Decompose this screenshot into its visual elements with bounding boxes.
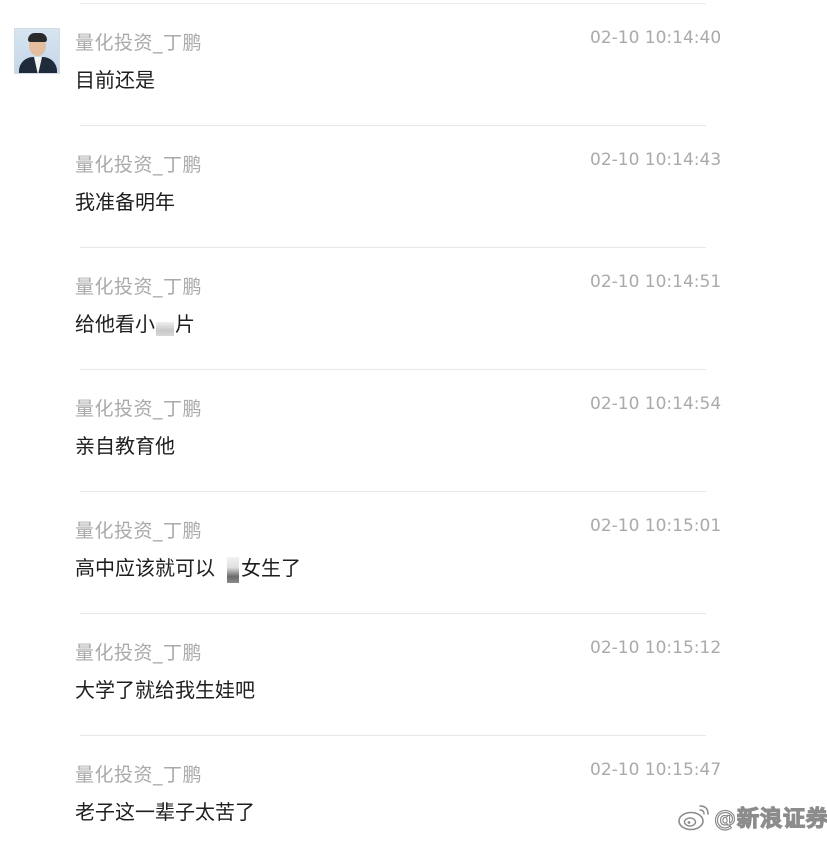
chat-message: 量化投资_丁鹏 02-10 10:15:01 高中应该就可以 女生了 <box>0 492 827 614</box>
chat-message: 量化投资_丁鹏 02-10 10:14:51 给他看小片 <box>0 248 827 370</box>
redaction-mosaic <box>227 556 239 583</box>
chat-message: 量化投资_丁鹏 02-10 10:14:54 亲自教育他 <box>0 370 827 492</box>
message-timestamp: 02-10 10:15:01 <box>590 516 722 536</box>
message-timestamp: 02-10 10:15:12 <box>590 638 722 658</box>
message-timestamp: 02-10 10:14:43 <box>590 150 722 170</box>
chat-message: 量化投资_丁鹏 02-10 10:14:43 我准备明年 <box>0 126 827 248</box>
message-timestamp: 02-10 10:15:47 <box>590 760 722 780</box>
message-text: 给他看小片 <box>75 308 195 337</box>
sender-name[interactable]: 量化投资_丁鹏 <box>75 28 202 55</box>
sender-name[interactable]: 量化投资_丁鹏 <box>75 516 202 543</box>
sender-name[interactable]: 量化投资_丁鹏 <box>75 638 202 665</box>
message-text: 我准备明年 <box>75 190 175 214</box>
message-text: 高中应该就可以 女生了 <box>75 552 301 583</box>
sender-name[interactable]: 量化投资_丁鹏 <box>75 760 202 787</box>
message-text: 亲自教育他 <box>75 434 175 458</box>
chat-message: 量化投资_丁鹏 02-10 10:15:47 老子这一辈子太苦了 <box>0 736 827 858</box>
weibo-logo-icon <box>678 805 709 831</box>
message-text-after: 片 <box>175 312 195 336</box>
message-text-after: 女生了 <box>241 556 301 580</box>
sender-name[interactable]: 量化投资_丁鹏 <box>75 394 202 421</box>
watermark-text: @新浪证券 <box>713 806 827 832</box>
message-text-before: 给他看小 <box>75 312 155 336</box>
message-timestamp: 02-10 10:14:40 <box>590 28 722 48</box>
message-text: 大学了就给我生娃吧 <box>75 678 255 702</box>
message-timestamp: 02-10 10:14:54 <box>590 394 722 414</box>
message-text: 老子这一辈子太苦了 <box>75 800 255 824</box>
sender-name[interactable]: 量化投资_丁鹏 <box>75 150 202 177</box>
sender-name[interactable]: 量化投资_丁鹏 <box>75 272 202 299</box>
sender-avatar[interactable] <box>14 28 60 74</box>
message-text: 目前还是 <box>75 68 155 92</box>
message-text-before: 高中应该就可以 <box>75 556 215 580</box>
chat-message: 量化投资_丁鹏 02-10 10:15:12 大学了就给我生娃吧 <box>0 614 827 736</box>
watermark: @新浪证券 <box>676 800 827 834</box>
redaction-mosaic <box>156 321 174 336</box>
chat-message: 量化投资_丁鹏 02-10 10:14:40 目前还是 <box>0 4 827 126</box>
message-timestamp: 02-10 10:14:51 <box>590 272 722 292</box>
